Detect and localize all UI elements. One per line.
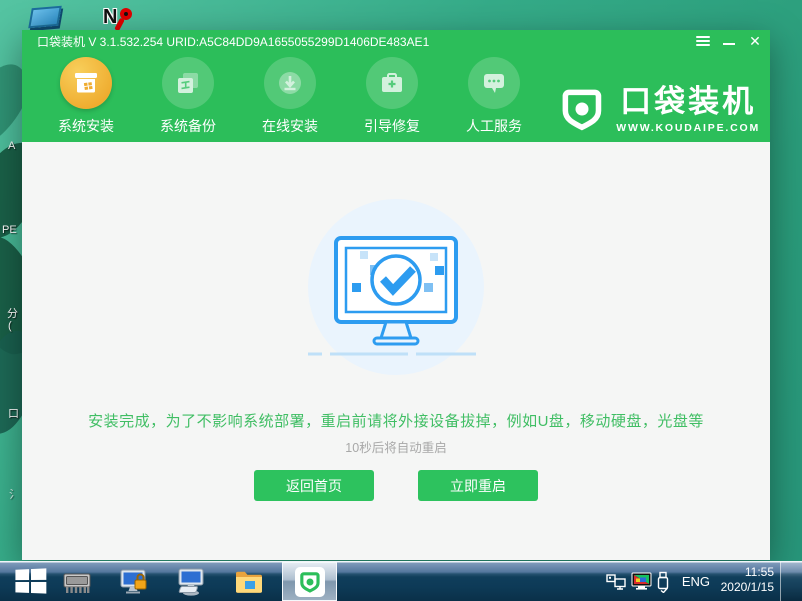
show-desktop-button[interactable] [780,562,802,601]
backup-copies-icon [162,57,214,109]
taskbar: ENG 11:55 2020/1/15 [0,561,802,601]
brand-logo: 口袋装机 WWW.KOUDAIPE.COM [558,85,760,134]
monitor-with-checkmark-icon [308,199,484,375]
koudai-shield-taskbar-icon[interactable] [282,562,337,601]
window-title: 口袋装机 V 3.1.532.254 URID:A5C84DD9A1655055… [37,33,429,50]
nav-label: 系统安装 [46,116,126,136]
shield-dot-icon [558,85,606,133]
nav-label: 在线安装 [250,116,330,136]
folder-icon[interactable] [232,566,266,598]
nav-item-system-install[interactable]: 系统安装 [46,57,126,136]
restart-countdown: 10秒后将自动重启 [22,437,770,456]
desktop-icon-label[interactable]: 氵 [9,486,20,502]
nav-label: 人工服务 [454,116,534,136]
desktop-icon-label[interactable]: 口 [8,405,19,421]
usb-icon[interactable] [656,571,670,598]
menu-button[interactable] [694,33,712,49]
koudai-installer-window: 口袋装机 V 3.1.532.254 URID:A5C84DD9A1655055… [22,30,770,560]
clock[interactable]: 11:55 2020/1/15 [708,565,774,595]
completion-message: 安装完成，为了不影响系统部署，重启前请将外接设备拔掉，例如U盘，移动硬盘，光盘等 [22,410,770,431]
title-bar[interactable]: 口袋装机 V 3.1.532.254 URID:A5C84DD9A1655055… [22,30,770,52]
chat-service-icon [468,57,520,109]
desktop-icon-label[interactable]: A [8,140,15,152]
brand-website: WWW.KOUDAIPE.COM [616,122,760,134]
return-home-button[interactable]: 返回首页 [254,470,374,501]
nav-item-boot-repair[interactable]: 引导修复 [352,57,432,136]
main-content: 安装完成，为了不影响系统部署，重启前请将外接设备拔掉，例如U盘，移动硬盘，光盘等… [22,142,770,560]
restart-now-button[interactable]: 立即重启 [418,470,538,501]
desktop-icon-label[interactable]: PE [2,224,17,236]
nav-item-system-backup[interactable]: 系统备份 [148,57,228,136]
clock-date: 2020/1/15 [708,580,774,595]
monitor-lock-icon[interactable] [117,566,151,598]
network-icon[interactable] [606,574,626,595]
online-download-icon [264,57,316,109]
desktop-shortcut-nkey-icon[interactable]: N [103,6,139,32]
display-color-icon[interactable] [631,572,652,596]
windows-start-icon[interactable] [15,568,48,596]
brand-name: 口袋装机 [616,85,760,119]
desktop-icon-label[interactable]: 分 [7,305,18,321]
desktop-shortcut-screen-icon[interactable] [28,6,62,29]
nav-label: 引导修复 [352,116,432,136]
minimize-button[interactable] [720,33,738,49]
nav-bar: 系统安装 系统备份 [22,52,770,142]
language-indicator[interactable]: ENG [682,574,710,589]
clock-time: 11:55 [708,565,774,580]
nav-item-online-install[interactable]: 在线安装 [250,57,330,136]
install-box-icon [60,57,112,109]
memory-chip-icon[interactable] [60,566,94,598]
shield-dot-icon [295,567,325,597]
nav-label: 系统备份 [148,116,228,136]
boot-repair-toolbox-icon [366,57,418,109]
nav-item-human-service[interactable]: 人工服务 [454,57,534,136]
desktop-icon-label[interactable]: ( [8,320,12,332]
screen: N A PE 分 ( 口 氵 口袋装机 V 3.1.532.254 URID:A… [0,0,802,601]
close-button[interactable]: ✕ [746,33,764,49]
remote-desktop-icon[interactable] [174,566,208,598]
